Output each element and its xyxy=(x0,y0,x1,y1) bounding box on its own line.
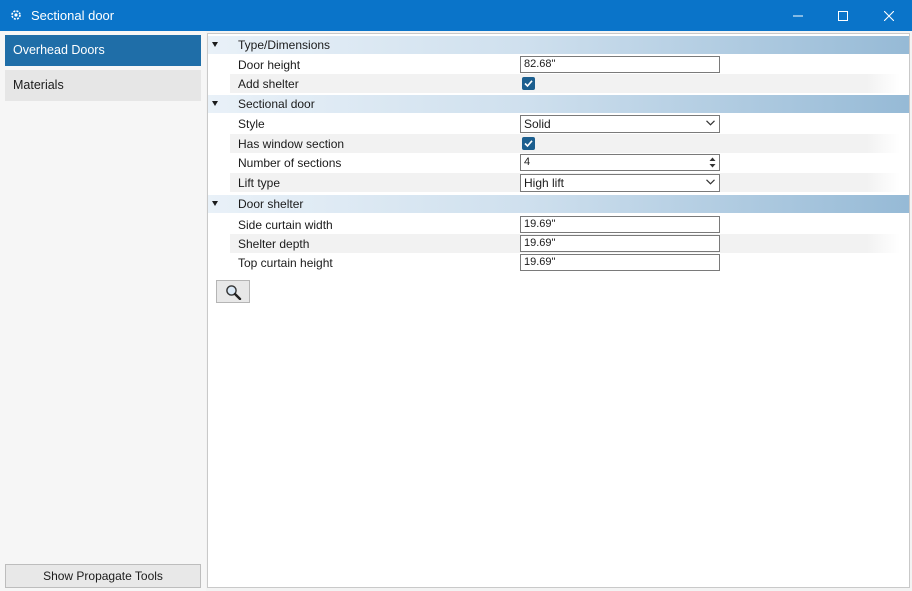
sidebar: Overhead Doors Materials Show Propagate … xyxy=(0,31,206,591)
close-button[interactable] xyxy=(866,0,912,31)
row-style: Style Solid xyxy=(230,114,900,133)
property-grid: Type/Dimensions Door height 82.68" Add s… xyxy=(207,33,910,588)
add-shelter-label: Add shelter xyxy=(238,77,299,91)
section-sectional-door[interactable]: Sectional door xyxy=(208,95,909,113)
section-label: Door shelter xyxy=(238,197,304,211)
side-curtain-width-label: Side curtain width xyxy=(238,218,333,232)
spin-arrows-icon[interactable] xyxy=(709,156,716,169)
top-curtain-height-label: Top curtain height xyxy=(238,256,333,270)
style-label: Style xyxy=(238,117,265,131)
top-curtain-height-field[interactable]: 19.69" xyxy=(520,254,720,271)
door-height-label: Door height xyxy=(238,58,301,72)
chevron-down-icon xyxy=(706,179,715,185)
minimize-icon xyxy=(793,15,803,16)
row-number-of-sections: Number of sections 4 xyxy=(230,153,900,172)
collapse-arrow-icon[interactable] xyxy=(212,101,218,106)
row-door-height: Door height 82.68" xyxy=(230,55,900,74)
number-of-sections-value: 4 xyxy=(524,156,531,168)
section-door-shelter[interactable]: Door shelter xyxy=(208,195,909,213)
show-propagate-tools-button[interactable]: Show Propagate Tools xyxy=(5,564,201,588)
sidebar-item-materials[interactable]: Materials xyxy=(5,70,201,101)
collapse-arrow-icon[interactable] xyxy=(212,42,218,47)
magnifier-icon xyxy=(226,285,242,300)
number-of-sections-label: Number of sections xyxy=(238,156,342,170)
section-type-dimensions[interactable]: Type/Dimensions xyxy=(208,36,909,54)
checkmark-icon xyxy=(524,140,533,148)
row-shelter-depth: Shelter depth 19.69" xyxy=(230,234,900,253)
collapse-arrow-icon[interactable] xyxy=(212,201,218,206)
side-curtain-width-field[interactable]: 19.69" xyxy=(520,216,720,233)
shelter-depth-field[interactable]: 19.69" xyxy=(520,235,720,252)
maximize-icon xyxy=(838,10,848,21)
style-value: Solid xyxy=(524,117,551,131)
window-title: Sectional door xyxy=(31,8,115,23)
lift-type-value: High lift xyxy=(524,176,565,190)
has-window-section-label: Has window section xyxy=(238,137,345,151)
gear-icon xyxy=(11,10,21,20)
row-side-curtain-width: Side curtain width 19.69" xyxy=(230,215,900,234)
has-window-section-checkbox[interactable] xyxy=(522,137,535,150)
lift-type-dropdown[interactable]: High lift xyxy=(520,174,720,192)
row-add-shelter: Add shelter xyxy=(230,74,900,93)
search-button[interactable] xyxy=(216,280,250,303)
close-icon xyxy=(884,10,894,21)
shelter-depth-label: Shelter depth xyxy=(238,237,310,251)
number-of-sections-stepper[interactable]: 4 xyxy=(520,154,720,171)
lift-type-label: Lift type xyxy=(238,176,281,190)
checkmark-icon xyxy=(524,80,533,88)
add-shelter-checkbox[interactable] xyxy=(522,77,535,90)
style-dropdown[interactable]: Solid xyxy=(520,115,720,133)
maximize-button[interactable] xyxy=(820,0,866,31)
row-lift-type: Lift type High lift xyxy=(230,173,900,192)
door-height-field[interactable]: 82.68" xyxy=(520,56,720,73)
section-label: Type/Dimensions xyxy=(238,38,331,52)
row-has-window-section: Has window section xyxy=(230,134,900,153)
title-bar: Sectional door xyxy=(0,0,912,31)
chevron-down-icon xyxy=(706,120,715,126)
row-top-curtain-height: Top curtain height 19.69" xyxy=(230,253,900,272)
section-label: Sectional door xyxy=(238,97,315,111)
sidebar-item-overhead-doors[interactable]: Overhead Doors xyxy=(5,35,201,66)
minimize-button[interactable] xyxy=(775,0,821,31)
